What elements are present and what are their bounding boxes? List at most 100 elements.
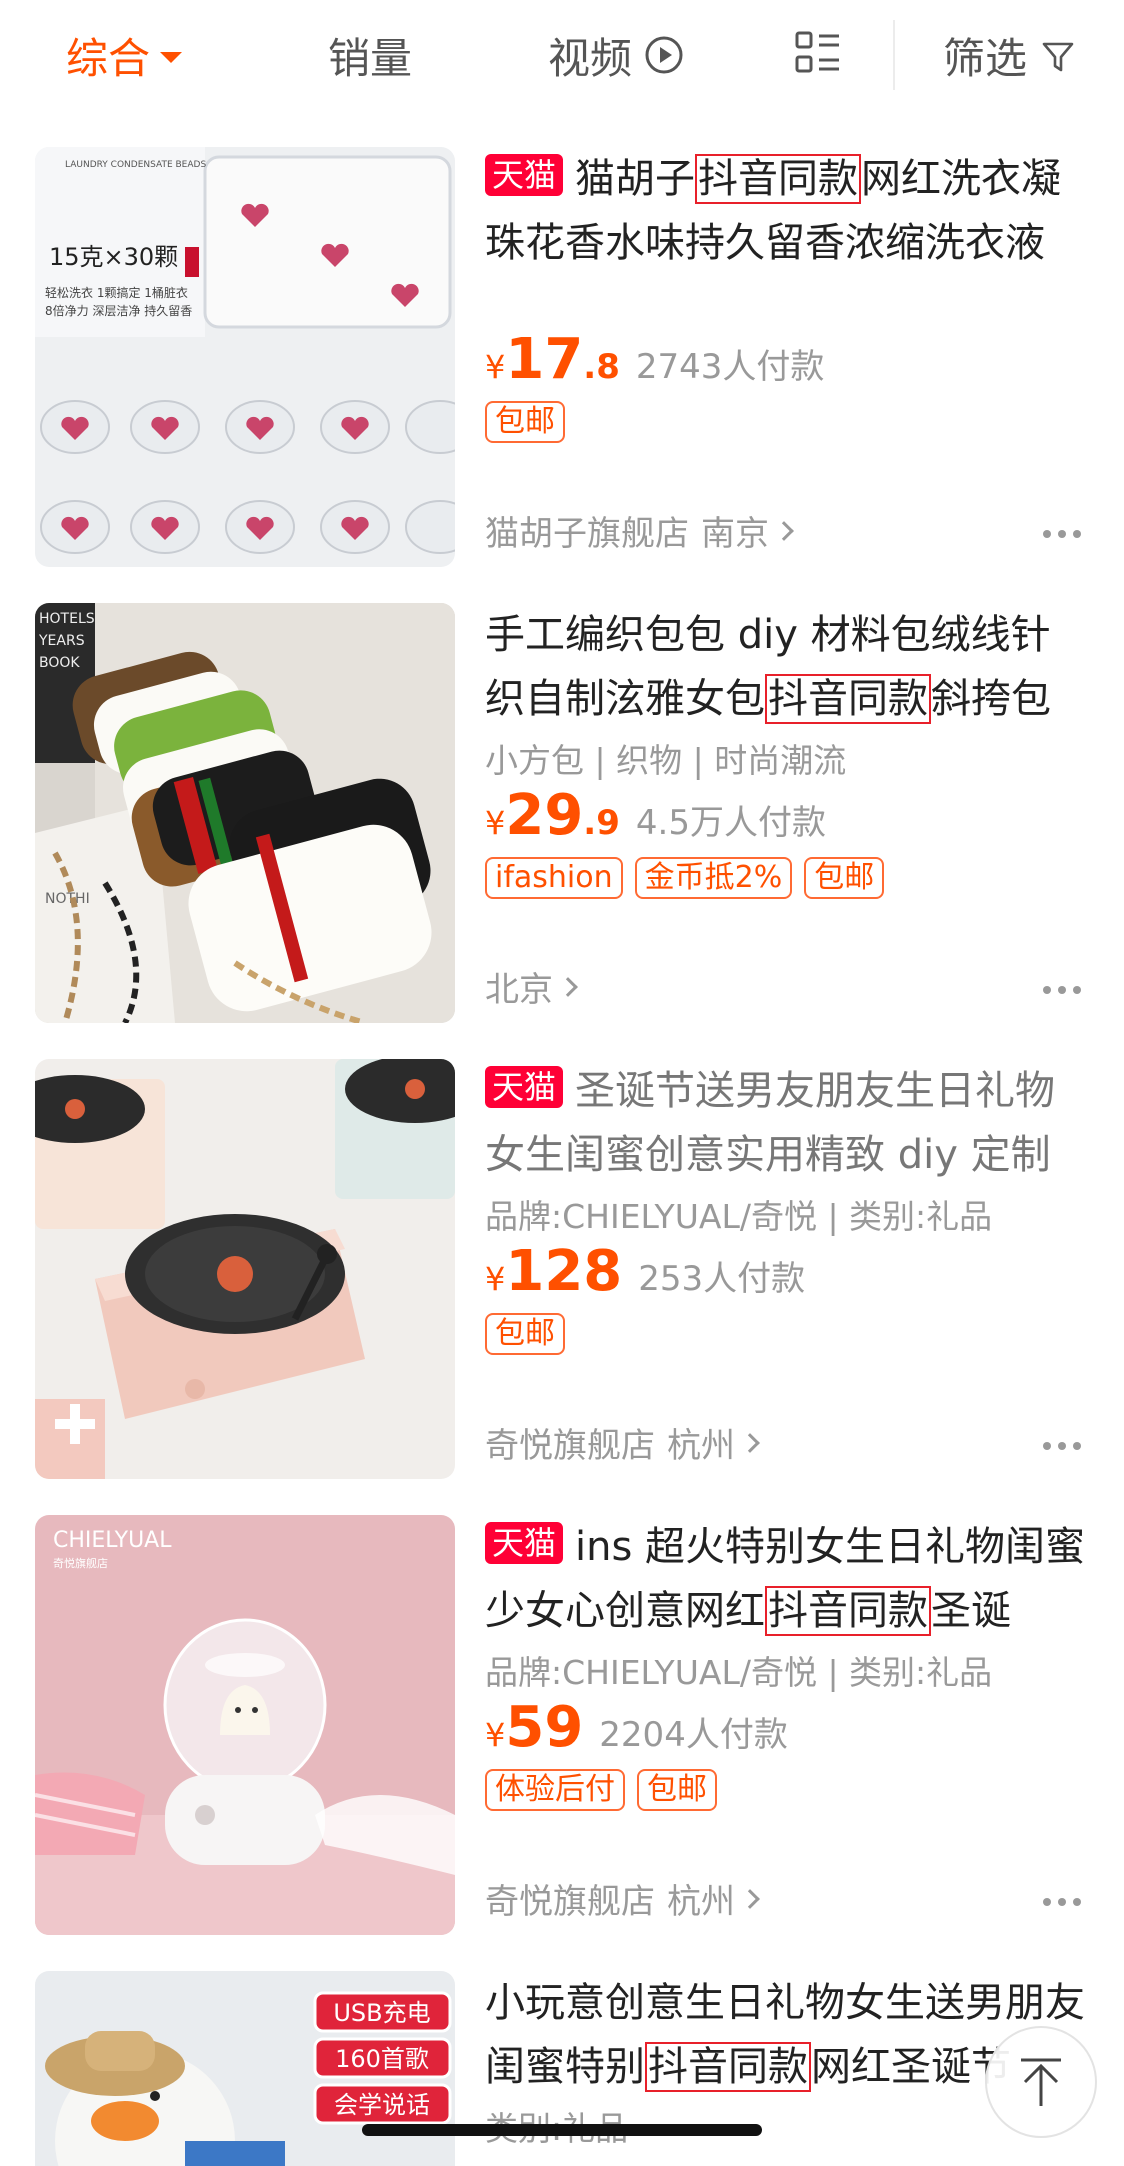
shop-link[interactable]: 北京 bbox=[485, 962, 578, 1011]
shop-location: 南京 bbox=[701, 514, 769, 554]
currency-symbol: ¥ bbox=[485, 804, 506, 842]
product-card[interactable]: HOTELS YEARS BOOK NOTHI 手工编织包包 diy 材料包绒线… bbox=[0, 603, 1124, 1059]
shop-link[interactable]: 奇悦旗舰店 杭州 bbox=[485, 1418, 760, 1467]
tag-coin-discount: 金币抵2% bbox=[634, 857, 793, 899]
product-info: 手工编织包包 diy 材料包绒线针织自制泫雅女包抖音同款斜挎包 小方包 | 织物… bbox=[485, 603, 1090, 1023]
more-icon[interactable] bbox=[1042, 1441, 1082, 1451]
sales-count: 2743人付款 bbox=[635, 347, 825, 387]
svg-text:轻松洗衣 1颗搞定 1桶脏衣: 轻松洗衣 1颗搞定 1桶脏衣 bbox=[45, 285, 188, 300]
product-attributes: 品牌:CHIELYUAL/奇悦 | 类别:礼品 bbox=[485, 1197, 993, 1236]
shop-location: 北京 bbox=[485, 970, 553, 1010]
more-icon[interactable] bbox=[1042, 985, 1082, 995]
title-highlight: 抖音同款 bbox=[695, 154, 862, 204]
chevron-right-icon bbox=[558, 976, 578, 997]
tag-ifashion: ifashion bbox=[485, 857, 623, 899]
sales-count: 4.5万人付款 bbox=[635, 803, 826, 843]
title-highlight: 抖音同款 bbox=[645, 2042, 811, 2092]
product-image[interactable]: 15克×30颗 轻松洗衣 1颗搞定 1桶脏衣 8倍净力 深层洁净 持久留香 LA… bbox=[35, 147, 455, 567]
price-line: ¥ 128 253人付款 bbox=[485, 1241, 1090, 1307]
tag-free-shipping: 包邮 bbox=[485, 1313, 565, 1355]
svg-text:HOTELS: HOTELS bbox=[39, 611, 95, 627]
svg-text:YEARS: YEARS bbox=[38, 633, 85, 649]
svg-text:15克×30颗: 15克×30颗 bbox=[49, 243, 178, 271]
svg-text:NOTHI: NOTHI bbox=[45, 891, 90, 907]
product-card[interactable]: 天猫 圣诞节送男友朋友生日礼物女生闺蜜创意实用精致 diy 定制 品牌:CHIEL… bbox=[0, 1059, 1124, 1515]
chevron-right-icon bbox=[740, 1432, 760, 1453]
product-image[interactable]: USB充电 160首歌 会学说话 bbox=[35, 1971, 455, 2166]
product-attributes: 品牌:CHIELYUAL/奇悦 | 类别:礼品 bbox=[485, 1653, 993, 1692]
image-label-talk: 会学说话 bbox=[334, 2091, 430, 2119]
product-title[interactable]: 天猫 圣诞节送男友朋友生日礼物女生闺蜜创意实用精致 diy 定制 bbox=[485, 1059, 1090, 1187]
tab-sales-label: 销量 bbox=[328, 33, 413, 83]
shop-name: 奇悦旗舰店 bbox=[485, 1882, 655, 1922]
product-info: 天猫 猫胡子抖音同款网红洗衣凝珠花香水味持久留香浓缩洗衣液 ¥ 17 .8 274… bbox=[485, 147, 1090, 567]
shop-link[interactable]: 猫胡子旗舰店 南京 bbox=[485, 506, 794, 555]
svg-text:8倍净力 深层洁净 持久留香: 8倍净力 深层洁净 持久留香 bbox=[45, 303, 192, 318]
shop-name: 猫胡子旗舰店 bbox=[485, 514, 689, 554]
filter-bar-divider bbox=[893, 20, 895, 90]
tag-free-shipping: 包邮 bbox=[485, 401, 565, 443]
sort-filter-bar: 综合 销量 视频 筛选 bbox=[0, 0, 1124, 110]
product-image[interactable]: HOTELS YEARS BOOK NOTHI bbox=[35, 603, 455, 1023]
back-to-top-button[interactable] bbox=[985, 2026, 1097, 2138]
title-text: 圣诞节送男友朋友生日礼物女生闺蜜创意实用精致 diy 定制 bbox=[485, 1068, 1056, 1178]
product-card[interactable]: 15克×30颗 轻松洗衣 1颗搞定 1桶脏衣 8倍净力 深层洁净 持久留香 LA… bbox=[0, 147, 1124, 603]
home-indicator[interactable] bbox=[362, 2124, 762, 2136]
sales-count: 2204人付款 bbox=[599, 1715, 788, 1755]
title-text: 斜挎包 bbox=[931, 676, 1051, 722]
title-highlight: 抖音同款 bbox=[765, 1586, 931, 1636]
more-icon[interactable] bbox=[1042, 529, 1082, 539]
title-highlight: 抖音同款 bbox=[765, 674, 931, 724]
svg-text:LAUNDRY CONDENSATE BEADS: LAUNDRY CONDENSATE BEADS bbox=[65, 160, 206, 170]
tab-sales[interactable]: 销量 bbox=[328, 22, 412, 88]
price-integer: 59 bbox=[505, 1695, 584, 1760]
product-card[interactable]: USB充电 160首歌 会学说话 小玩意创意生日礼物女生送男朋友闺蜜特别抖音同款… bbox=[0, 1971, 1124, 2166]
price-line: ¥ 29 .9 4.5万人付款 bbox=[485, 785, 1090, 851]
tag-list: 体验后付 包邮 bbox=[485, 1769, 1090, 1813]
tag-list: 包邮 bbox=[485, 401, 1090, 445]
product-title[interactable]: 手工编织包包 diy 材料包绒线针织自制泫雅女包抖音同款斜挎包 bbox=[485, 603, 1090, 731]
price-integer: 29 bbox=[505, 783, 584, 848]
product-info: 天猫 圣诞节送男友朋友生日礼物女生闺蜜创意实用精致 diy 定制 品牌:CHIEL… bbox=[485, 1059, 1090, 1479]
tmall-badge: 天猫 bbox=[485, 154, 564, 196]
svg-text:CHIELYUAL: CHIELYUAL bbox=[53, 1528, 172, 1553]
tmall-badge: 天猫 bbox=[485, 1066, 564, 1108]
play-circle-icon bbox=[645, 36, 683, 74]
funnel-icon bbox=[1042, 42, 1074, 72]
title-text: 猫胡子 bbox=[575, 156, 696, 202]
product-attributes: 小方包 | 织物 | 时尚潮流 bbox=[485, 741, 847, 780]
title-text: 网红圣诞节 bbox=[811, 2044, 1011, 2090]
tab-video[interactable]: 视频 bbox=[548, 22, 684, 88]
currency-symbol: ¥ bbox=[485, 1716, 506, 1754]
tag-free-shipping: 包邮 bbox=[637, 1769, 717, 1811]
title-text: 圣诞 bbox=[931, 1588, 1011, 1634]
image-label-usb: USB充电 bbox=[333, 1999, 430, 2027]
product-image[interactable] bbox=[35, 1059, 455, 1479]
price-decimal: .9 bbox=[583, 803, 620, 843]
chevron-right-icon bbox=[774, 520, 794, 541]
tag-list: 包邮 bbox=[485, 1313, 1090, 1357]
shop-location: 杭州 bbox=[667, 1882, 735, 1922]
tag-list: ifashion 金币抵2% 包邮 bbox=[485, 857, 1090, 901]
shop-name: 奇悦旗舰店 bbox=[485, 1426, 655, 1466]
svg-text:奇悦旗舰店: 奇悦旗舰店 bbox=[53, 1556, 108, 1570]
currency-symbol: ¥ bbox=[485, 348, 506, 386]
price-decimal: .8 bbox=[583, 347, 620, 387]
price-line: ¥ 17 .8 2743人付款 bbox=[485, 329, 1090, 395]
filter-button[interactable]: 筛选 bbox=[943, 22, 1075, 88]
product-card[interactable]: CHIELYUAL 奇悦旗舰店 天猫 ins 超火特别女生日礼物闺蜜少女心创意网红… bbox=[0, 1515, 1124, 1971]
product-title[interactable]: 天猫 猫胡子抖音同款网红洗衣凝珠花香水味持久留香浓缩洗衣液 bbox=[485, 147, 1090, 275]
product-title[interactable]: 天猫 ins 超火特别女生日礼物闺蜜少女心创意网红抖音同款圣诞 bbox=[485, 1515, 1090, 1643]
filter-button-label: 筛选 bbox=[943, 33, 1028, 83]
list-layout-icon[interactable] bbox=[795, 30, 841, 76]
arrow-up-icon bbox=[1021, 2058, 1061, 2106]
image-label-songs: 160首歌 bbox=[335, 2045, 429, 2073]
shop-link[interactable]: 奇悦旗舰店 杭州 bbox=[485, 1874, 760, 1923]
product-image[interactable]: CHIELYUAL 奇悦旗舰店 bbox=[35, 1515, 455, 1935]
tab-comprehensive-label: 综合 bbox=[66, 33, 151, 83]
shop-location: 杭州 bbox=[667, 1426, 735, 1466]
more-icon[interactable] bbox=[1042, 1897, 1082, 1907]
currency-symbol: ¥ bbox=[485, 1260, 506, 1298]
price-line: ¥ 59 2204人付款 bbox=[485, 1697, 1090, 1763]
tab-comprehensive[interactable]: 综合 bbox=[66, 22, 183, 88]
